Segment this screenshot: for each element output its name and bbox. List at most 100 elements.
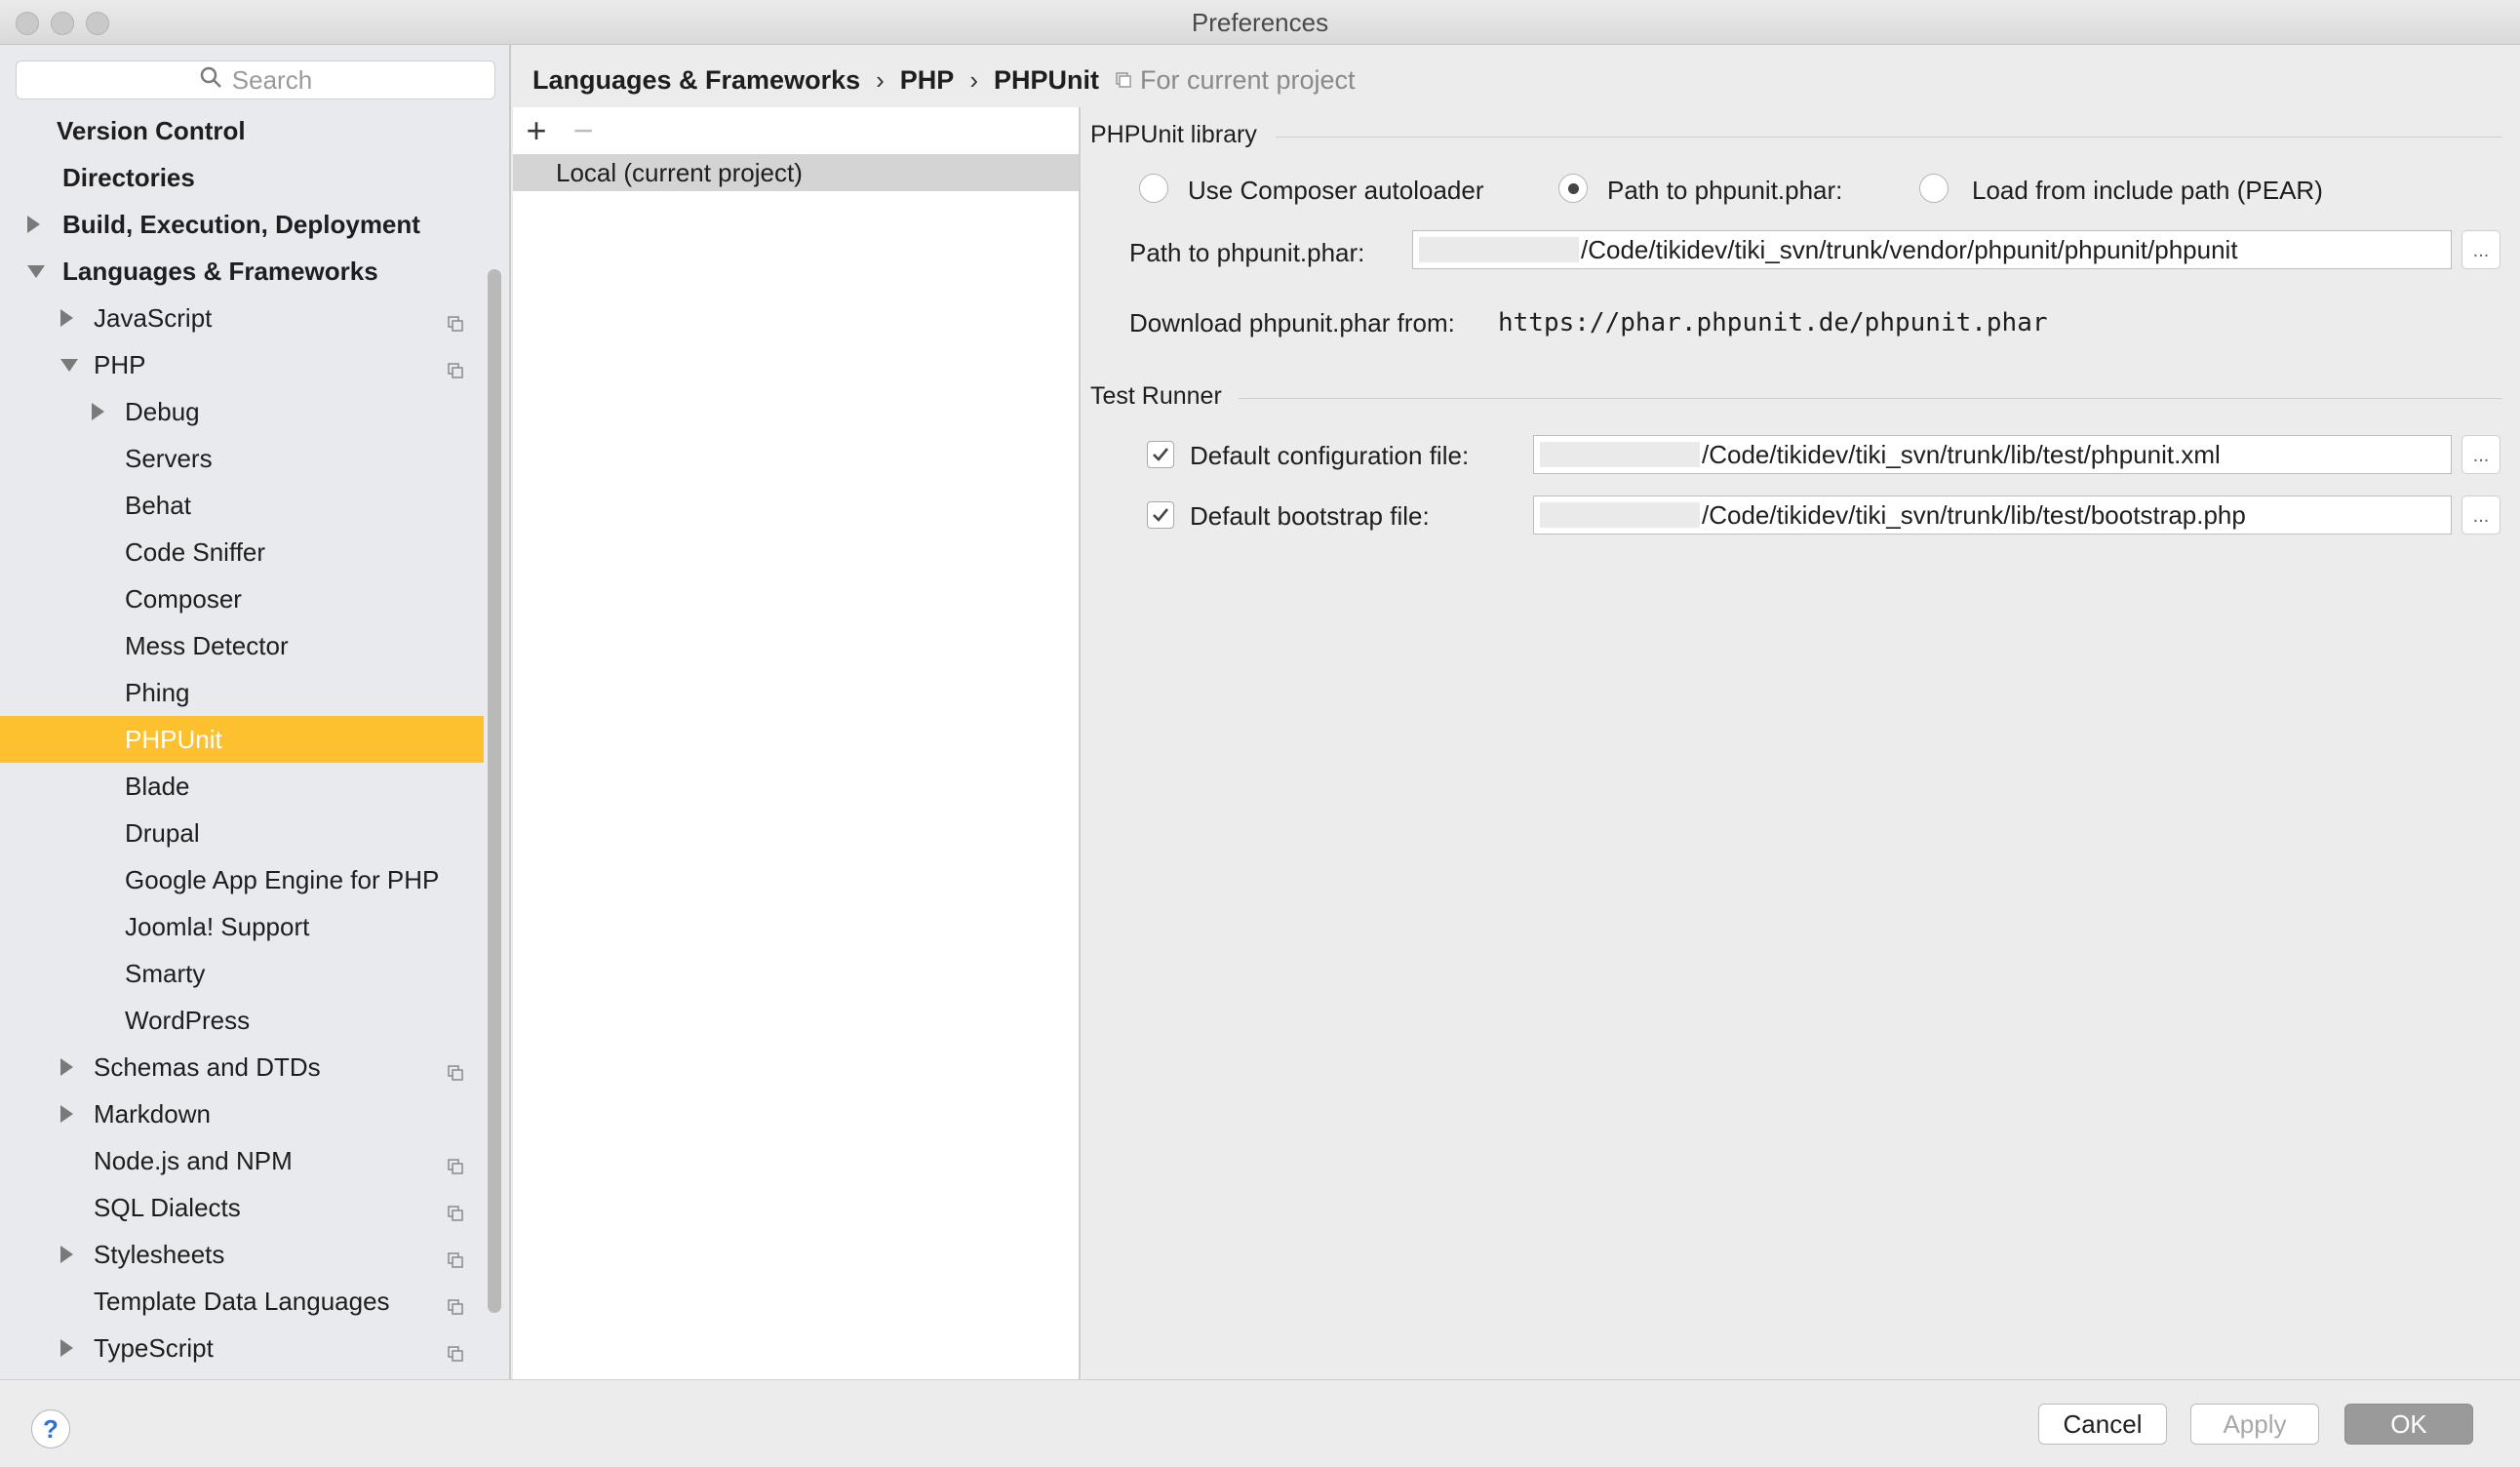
sidebar-item-code-sniffer[interactable]: Code Sniffer <box>0 529 484 575</box>
breadcrumb-separator: › <box>876 64 885 95</box>
sidebar-item-label: Node.js and NPM <box>94 1145 293 1175</box>
sidebar-item-label: JavaScript <box>94 302 213 333</box>
composer-autoloader-radio[interactable] <box>1139 174 1168 203</box>
sidebar-item-label: Code Sniffer <box>125 536 266 567</box>
cancel-button[interactable]: Cancel <box>2038 1404 2167 1445</box>
sidebar-item-mess-detector[interactable]: Mess Detector <box>0 622 484 669</box>
config-file-input[interactable]: /Code/tikidev/tiki_svn/trunk/lib/test/ph… <box>1533 435 2452 474</box>
expand-arrow-icon[interactable] <box>60 1058 73 1076</box>
window-title: Preferences <box>1191 8 1329 37</box>
redacted-path-prefix <box>1540 442 1700 467</box>
phpunit-library-title: PHPUnit library <box>1090 121 1257 148</box>
sidebar-item-blade[interactable]: Blade <box>0 763 484 810</box>
sidebar-item-google-app-engine-for-php[interactable]: Google App Engine for PHP <box>0 856 484 903</box>
include-path-label[interactable]: Load from include path (PEAR) <box>1972 176 2323 206</box>
sidebar-item-stylesheets[interactable]: Stylesheets <box>0 1231 484 1278</box>
sidebar-item-build-execution-deployment[interactable]: Build, Execution, Deployment <box>0 201 484 248</box>
phar-path-input[interactable]: /Code/tikidev/tiki_svn/trunk/vendor/phpu… <box>1412 230 2452 269</box>
sidebar-item-label: Google App Engine for PHP <box>125 864 440 894</box>
sidebar-item-node-js-and-npm[interactable]: Node.js and NPM <box>0 1137 484 1184</box>
sidebar-item-label: Servers <box>125 443 213 473</box>
phar-path-value: /Code/tikidev/tiki_svn/trunk/vendor/phpu… <box>1581 235 2238 264</box>
project-scope-icon <box>447 1152 464 1174</box>
composer-autoloader-label[interactable]: Use Composer autoloader <box>1188 176 1484 206</box>
config-file-checkbox[interactable] <box>1147 441 1174 468</box>
phar-path-radio[interactable] <box>1558 174 1588 203</box>
collapse-arrow-icon[interactable] <box>27 264 45 278</box>
sidebar-item-debug[interactable]: Debug <box>0 388 484 435</box>
sidebar-scrollbar[interactable] <box>488 269 501 1313</box>
sidebar-item-label: WordPress <box>125 1005 251 1035</box>
sidebar-item-schemas-and-dtds[interactable]: Schemas and DTDs <box>0 1044 484 1090</box>
search-placeholder: Search <box>231 64 313 95</box>
search-input[interactable]: Search <box>16 60 495 99</box>
phar-path-option-label[interactable]: Path to phpunit.phar: <box>1607 176 1842 206</box>
expand-arrow-icon[interactable] <box>27 216 40 233</box>
sidebar-item-label: Directories <box>62 162 195 192</box>
bootstrap-file-checkbox[interactable] <box>1147 501 1174 529</box>
sidebar-item-label: Debug <box>125 396 200 426</box>
bootstrap-file-input[interactable]: /Code/tikidev/tiki_svn/trunk/lib/test/bo… <box>1533 496 2452 535</box>
sidebar-item-sql-dialects[interactable]: SQL Dialects <box>0 1184 484 1231</box>
settings-sidebar: Search Version Control Directories Build, … <box>0 45 511 1379</box>
search-icon <box>199 65 222 96</box>
project-scope-icon <box>447 1246 464 1268</box>
breadcrumb-languages-frameworks[interactable]: Languages & Frameworks <box>532 65 860 96</box>
sidebar-item-joomla-support[interactable]: Joomla! Support <box>0 903 484 950</box>
phpunit-settings: PHPUnit library Use Composer autoloader … <box>1083 107 2520 1379</box>
config-file-value: /Code/tikidev/tiki_svn/trunk/lib/test/ph… <box>1702 440 2221 469</box>
checkmark-icon <box>1153 448 1169 461</box>
interpreter-list-item[interactable]: Local (current project) <box>513 154 1079 191</box>
project-scope-icon <box>447 1199 464 1221</box>
sidebar-item-servers[interactable]: Servers <box>0 435 484 482</box>
sidebar-item-wordpress[interactable]: WordPress <box>0 997 484 1044</box>
project-scope-icon <box>447 1292 464 1315</box>
sidebar-item-markdown[interactable]: Markdown <box>0 1090 484 1137</box>
sidebar-item-label: PHPUnit <box>125 724 222 754</box>
breadcrumb: Languages & Frameworks › PHP › PHPUnit F… <box>532 60 1356 99</box>
expand-arrow-icon[interactable] <box>60 1339 73 1357</box>
expand-arrow-icon[interactable] <box>60 309 73 327</box>
sidebar-item-label: Build, Execution, Deployment <box>62 209 420 239</box>
sidebar-item-drupal[interactable]: Drupal <box>0 810 484 856</box>
sidebar-item-directories[interactable]: Directories <box>0 154 484 201</box>
project-scope-icon <box>447 309 464 332</box>
sidebar-item-typescript[interactable]: TypeScript <box>0 1325 484 1371</box>
expand-arrow-icon[interactable] <box>92 403 104 420</box>
project-scope-icon <box>447 1339 464 1362</box>
sidebar-item-composer[interactable]: Composer <box>0 575 484 622</box>
title-bar: Preferences <box>0 0 2520 45</box>
project-scope-icon <box>447 356 464 378</box>
phar-path-label: Path to phpunit.phar: <box>1129 238 1365 267</box>
sidebar-item-smarty[interactable]: Smarty <box>0 950 484 997</box>
sidebar-item-javascript[interactable]: JavaScript <box>0 295 484 341</box>
sidebar-item-template-data-languages[interactable]: Template Data Languages <box>0 1278 484 1325</box>
browse-phar-button[interactable]: ... <box>2461 230 2500 269</box>
include-path-radio[interactable] <box>1919 174 1949 203</box>
breadcrumb-phpunit: PHPUnit <box>993 64 1099 95</box>
browse-config-button[interactable]: ... <box>2461 435 2500 474</box>
ok-button[interactable]: OK <box>2344 1404 2473 1445</box>
sidebar-item-phpunit[interactable]: PHPUnit <box>0 716 484 763</box>
bootstrap-file-value: /Code/tikidev/tiki_svn/trunk/lib/test/bo… <box>1702 500 2246 530</box>
breadcrumb-separator: › <box>969 64 978 95</box>
expand-arrow-icon[interactable] <box>60 1246 73 1263</box>
sidebar-item-languages-frameworks[interactable]: Languages & Frameworks <box>0 248 484 295</box>
sidebar-item-version-control[interactable]: Version Control <box>0 107 484 154</box>
breadcrumb-php[interactable]: PHP <box>900 65 955 96</box>
interpreter-list-panel: + − Local (current project) <box>513 107 1081 1379</box>
browse-bootstrap-button[interactable]: ... <box>2461 496 2500 535</box>
add-interpreter-button[interactable]: + <box>517 111 556 150</box>
sidebar-item-behat[interactable]: Behat <box>0 482 484 529</box>
project-scope-icon <box>1115 65 1132 96</box>
apply-button[interactable]: Apply <box>2190 1404 2319 1445</box>
expand-arrow-icon[interactable] <box>60 1105 73 1123</box>
sidebar-item-php[interactable]: PHP <box>0 341 484 388</box>
sidebar-item-phing[interactable]: Phing <box>0 669 484 716</box>
sidebar-item-label: Mess Detector <box>125 630 289 660</box>
help-button[interactable]: ? <box>31 1409 70 1448</box>
sidebar-item-label: Phing <box>125 677 190 707</box>
remove-interpreter-button[interactable]: − <box>564 111 603 150</box>
collapse-arrow-icon[interactable] <box>60 358 78 372</box>
download-link[interactable]: https://phar.phpunit.de/phpunit.phar <box>1498 308 2048 337</box>
